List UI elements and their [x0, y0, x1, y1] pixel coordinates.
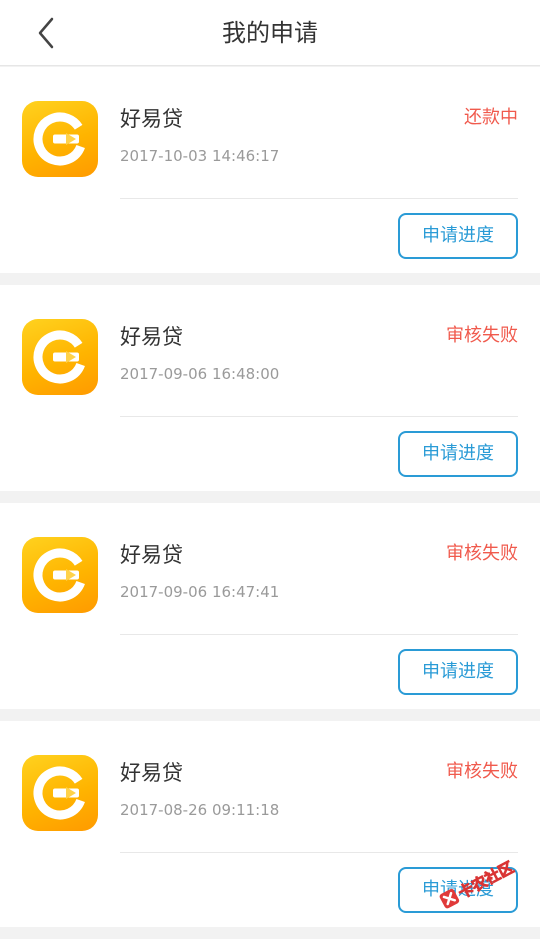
app-logo-icon — [22, 755, 98, 831]
status-label: 审核失败 — [446, 761, 518, 782]
application-progress-button[interactable]: 申请进度 — [398, 213, 518, 259]
application-card: 好易贷 2017-08-26 09:11:18 审核失败 申请进度 — [0, 721, 540, 927]
application-progress-button[interactable]: 申请进度 — [398, 867, 518, 913]
chevron-left-icon — [38, 17, 54, 49]
application-progress-button[interactable]: 申请进度 — [398, 431, 518, 477]
app-logo-icon — [22, 537, 98, 613]
status-label: 还款中 — [464, 107, 518, 128]
divider — [120, 852, 518, 853]
app-name: 好易贷 — [120, 761, 183, 785]
app-name: 好易贷 — [120, 107, 183, 131]
status-label: 审核失败 — [446, 543, 518, 564]
application-card: 好易贷 2017-09-06 16:48:00 审核失败 申请进度 — [0, 285, 540, 491]
application-card: 好易贷 2017-10-03 14:46:17 还款中 申请进度 — [0, 67, 540, 273]
application-card: 好易贷 2017-09-06 16:47:41 审核失败 申请进度 — [0, 503, 540, 709]
application-time: 2017-10-03 14:46:17 — [120, 147, 280, 165]
application-list: 好易贷 2017-10-03 14:46:17 还款中 申请进度 好易贷 201… — [0, 67, 540, 939]
app-name: 好易贷 — [120, 325, 183, 349]
app-name: 好易贷 — [120, 543, 183, 567]
divider — [120, 198, 518, 199]
application-time: 2017-08-26 09:11:18 — [120, 801, 280, 819]
back-button[interactable] — [28, 12, 68, 54]
app-logo-icon — [22, 101, 98, 177]
application-time: 2017-09-06 16:47:41 — [120, 583, 280, 601]
app-logo-icon — [22, 319, 98, 395]
application-progress-button[interactable]: 申请进度 — [398, 649, 518, 695]
divider — [120, 416, 518, 417]
divider — [120, 634, 518, 635]
top-bar: 我的申请 — [0, 0, 540, 66]
status-label: 审核失败 — [446, 325, 518, 346]
page-title: 我的申请 — [222, 19, 318, 47]
application-time: 2017-09-06 16:48:00 — [120, 365, 280, 383]
